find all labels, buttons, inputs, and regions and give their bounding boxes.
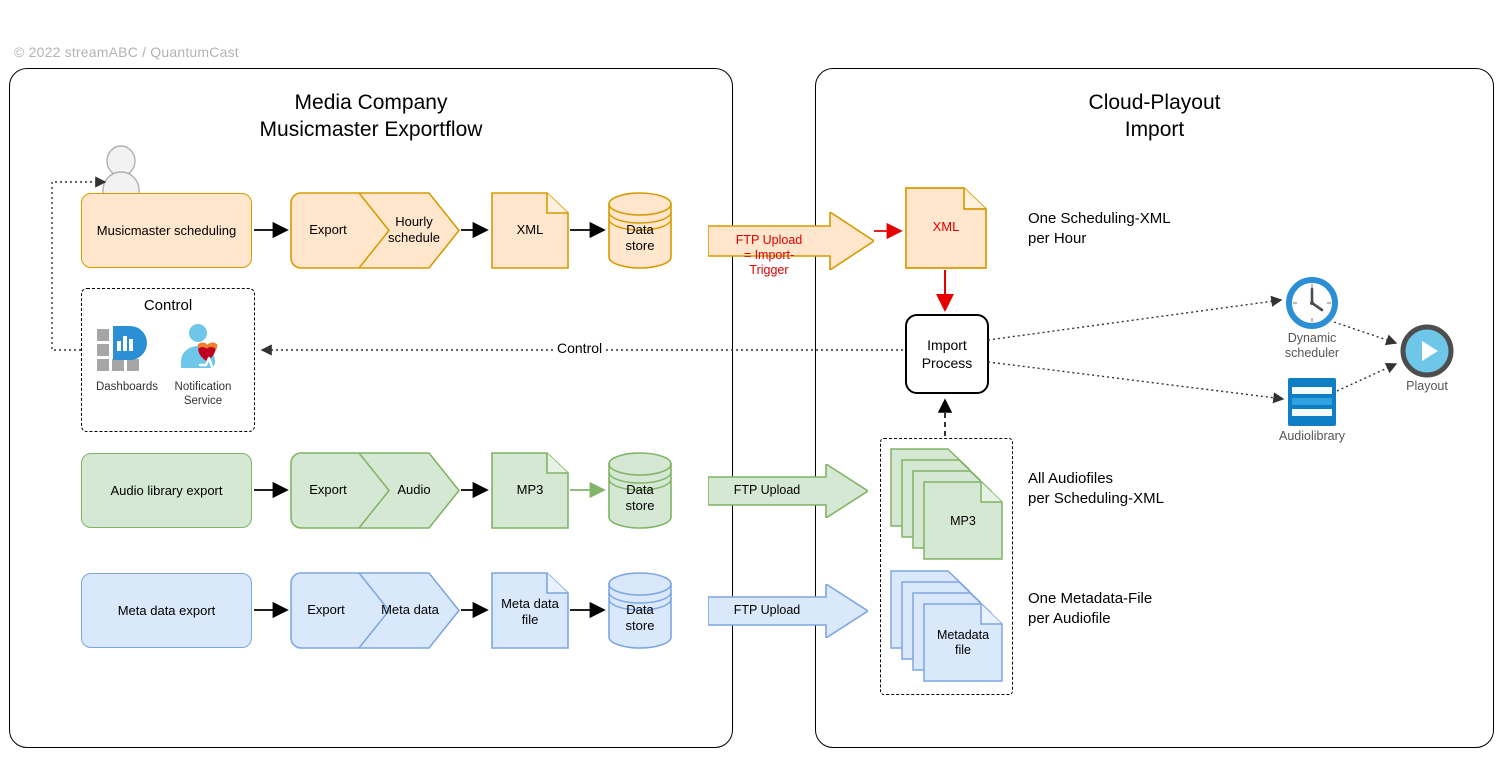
ftp-upload-label: FTP Upload <box>733 483 801 497</box>
node-musicmaster-scheduling[interactable]: Musicmaster scheduling <box>81 193 252 268</box>
control-title: Control <box>143 297 193 314</box>
stack-mp3-files[interactable]: MP3 <box>890 448 1003 560</box>
datastore-metadata[interactable]: Data store <box>608 572 672 649</box>
audio-library-icon[interactable] <box>1288 378 1336 426</box>
document-label: Meta data file <box>501 596 559 627</box>
node-label: Musicmaster scheduling <box>96 222 237 238</box>
stack-metadata-files[interactable]: Metadata file <box>890 570 1003 682</box>
notification-heartbeat-icon <box>176 323 231 373</box>
clock-icon[interactable] <box>1286 277 1338 329</box>
node-label: Audio library export <box>110 482 223 498</box>
step-export-hourly-schedule[interactable]: Export Hourly schedule <box>290 192 461 269</box>
stack-label: MP3 <box>950 514 976 528</box>
dashboard-chart-icon <box>97 323 159 373</box>
copyright-text: © 2022 streamABC / QuantumCast <box>14 44 239 60</box>
control-wire-label: Control <box>553 340 607 356</box>
ftp-upload-arrow-metadata: FTP Upload <box>707 582 870 643</box>
step-left-label: Export <box>309 222 347 237</box>
document-xml-target[interactable]: XML <box>905 187 987 269</box>
document-label: XML <box>516 222 544 237</box>
node-audio-library-export[interactable]: Audio library export <box>81 453 252 528</box>
step-right-label: Hourly schedule <box>387 214 441 245</box>
import-process-box[interactable]: Import Process <box>905 314 989 394</box>
ftp-upload-label: FTP Upload <box>733 603 801 617</box>
playout-label: Playout <box>1406 379 1448 393</box>
datastore-audio[interactable]: Data store <box>608 452 672 529</box>
note-scheduling-xml: One Scheduling-XML per Hour <box>1028 210 1171 247</box>
datastore-scheduling[interactable]: Data store <box>608 192 672 269</box>
document-label: MP3 <box>516 482 544 497</box>
node-meta-data-export[interactable]: Meta data export <box>81 573 252 648</box>
panel-right-title: Cloud-Playout Import <box>1088 91 1221 141</box>
step-export-meta-data[interactable]: Export Meta data <box>290 572 461 649</box>
ftp-upload-arrow-audio: FTP Upload <box>707 462 870 523</box>
step-left-label: Export <box>309 482 347 497</box>
datastore-label: Data store <box>625 222 655 253</box>
document-metadata-source[interactable]: Meta data file <box>491 572 569 649</box>
step-right-label: Meta data <box>381 602 439 617</box>
document-label: XML <box>932 219 960 234</box>
step-export-audio[interactable]: Export Audio <box>290 452 461 529</box>
audiolibrary-label: Audiolibrary <box>1278 429 1345 443</box>
stack-label: Metadata file <box>936 628 990 657</box>
ftp-upload-arrow-scheduling: FTP Upload = Import- Trigger <box>707 210 876 277</box>
note-metadata-files: One Metadata-File per Audiofile <box>1028 590 1153 627</box>
panel-left-title: Media Company Musicmaster Exportflow <box>259 91 483 141</box>
datastore-label: Data store <box>625 602 655 633</box>
step-right-label: Audio <box>397 482 431 497</box>
dynamic-scheduler-label: Dynamic scheduler <box>1284 331 1340 360</box>
document-xml-source[interactable]: XML <box>491 192 569 269</box>
ftp-upload-sublabel: = Import- Trigger <box>743 248 795 277</box>
node-label: Meta data export <box>117 602 216 618</box>
step-left-label: Export <box>307 602 345 617</box>
datastore-label: Data store <box>625 482 655 513</box>
note-audiofiles: All Audiofiles per Scheduling-XML <box>1028 470 1164 507</box>
play-button-icon[interactable] <box>1400 324 1454 378</box>
ftp-upload-label: FTP Upload <box>735 233 803 247</box>
dashboards-label: Dashboards <box>95 381 158 393</box>
document-mp3-source[interactable]: MP3 <box>491 452 569 529</box>
notification-service-label: Notification Service <box>174 381 232 407</box>
